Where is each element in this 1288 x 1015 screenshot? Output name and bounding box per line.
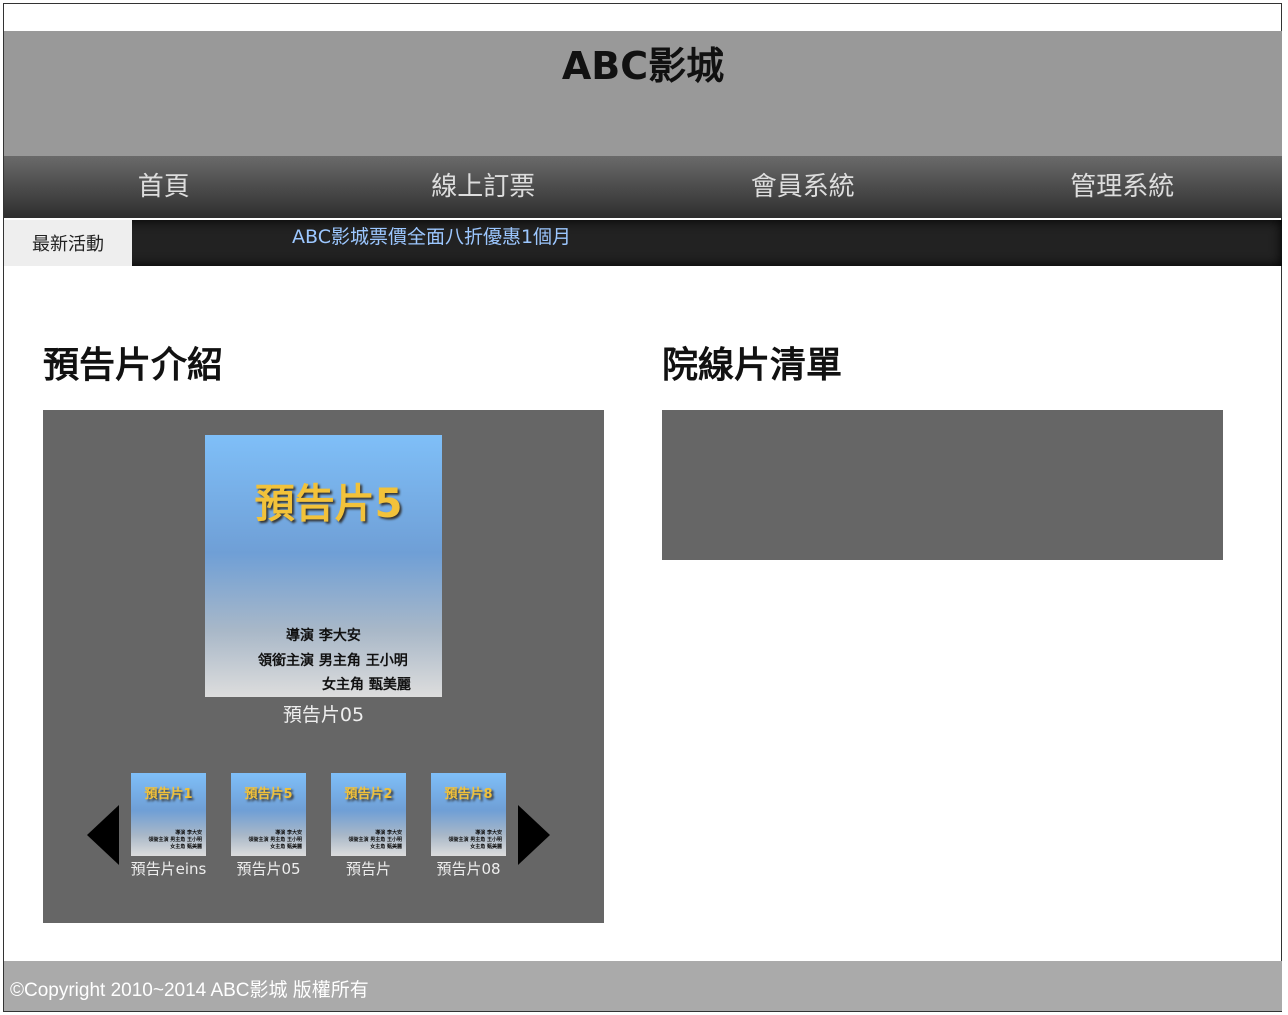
- thumbnail-1[interactable]: 預告片1 導演 李大安 領銜主演 男主角 王小明 女主角 甄美麗 預告片eins: [111, 773, 221, 883]
- now-showing-list: [662, 410, 1223, 560]
- ticker-text[interactable]: ABC影城票價全面八折優惠1個月: [292, 222, 571, 249]
- ticker-label: 最新活動: [4, 220, 132, 266]
- carousel-prev-arrow-icon[interactable]: [87, 805, 119, 865]
- trailers-title: 預告片介紹: [43, 345, 224, 386]
- thumbnail-caption: 預告片: [345, 860, 391, 878]
- thumbnail-poster: 預告片8 導演 李大安 領銜主演 男主角 王小明 女主角 甄美麗: [431, 773, 506, 856]
- featured-cast-line1: 領銜主演 男主角 王小明: [258, 653, 408, 669]
- thumbnail-4[interactable]: 預告片8 導演 李大安 領銜主演 男主角 王小明 女主角 甄美麗 預告片08: [411, 773, 521, 883]
- news-ticker: 最新活動 ABC影城票價全面八折優惠1個月: [4, 220, 1282, 266]
- nav-item-booking[interactable]: 線上訂票: [324, 156, 644, 218]
- thumbnail-3[interactable]: 預告片2 導演 李大安 領銜主演 男主角 王小明 女主角 甄美麗 預告片: [311, 773, 421, 883]
- thumbnail-2[interactable]: 預告片5 導演 李大安 領銜主演 男主角 王小明 女主角 甄美麗 預告片05: [211, 773, 321, 883]
- thumbnail-caption: 預告片08: [436, 860, 501, 878]
- thumbnail-credits: 導演 李大安 領銜主演 男主角 王小明 女主角 甄美麗: [148, 830, 202, 850]
- now-showing-title: 院線片清單: [662, 345, 843, 386]
- thumbnail-caption: 預告片eins: [130, 860, 207, 878]
- site-title: ABC影城: [561, 44, 725, 88]
- thumbnail-credits: 導演 李大安 領銜主演 男主角 王小明 女主角 甄美麗: [248, 830, 302, 850]
- copyright-text: ©Copyright 2010~2014 ABC影城 版權所有: [10, 980, 369, 1001]
- thumbnail-poster: 預告片1 導演 李大安 領銜主演 男主角 王小明 女主角 甄美麗: [131, 773, 206, 856]
- carousel-next-arrow-icon[interactable]: [518, 805, 550, 865]
- featured-director: 導演 李大安: [286, 628, 361, 644]
- nav-item-home[interactable]: 首頁: [4, 156, 324, 218]
- thumbnail-poster-title: 預告片2: [344, 787, 393, 802]
- featured-poster[interactable]: 預告片5 導演 李大安 領銜主演 男主角 王小明 女主角 甄美麗: [205, 435, 442, 697]
- nav-item-member[interactable]: 會員系統: [643, 156, 963, 218]
- nav-item-admin[interactable]: 管理系統: [963, 156, 1283, 218]
- featured-caption: 預告片05: [282, 704, 365, 726]
- thumbnail-poster-title: 預告片5: [244, 787, 293, 802]
- thumbnail-credits: 導演 李大安 領銜主演 男主角 王小明 女主角 甄美麗: [448, 830, 502, 850]
- thumbnail-poster: 預告片5 導演 李大安 領銜主演 男主角 王小明 女主角 甄美麗: [231, 773, 306, 856]
- site-footer: ©Copyright 2010~2014 ABC影城 版權所有: [4, 961, 1282, 1011]
- thumbnail-poster-title: 預告片1: [144, 787, 193, 802]
- thumbnail-caption: 預告片05: [236, 860, 301, 878]
- thumbnail-credits: 導演 李大安 領銜主演 男主角 王小明 女主角 甄美麗: [348, 830, 402, 850]
- main-nav: 首頁 線上訂票 會員系統 管理系統: [4, 156, 1282, 218]
- thumbnail-poster-title: 預告片8: [444, 787, 493, 802]
- featured-cast-line2: 女主角 甄美麗: [322, 677, 411, 693]
- thumbnail-poster: 預告片2 導演 李大安 領銜主演 男主角 王小明 女主角 甄美麗: [331, 773, 406, 856]
- featured-poster-title: 預告片5: [254, 481, 403, 527]
- site-header: ABC影城: [4, 31, 1282, 156]
